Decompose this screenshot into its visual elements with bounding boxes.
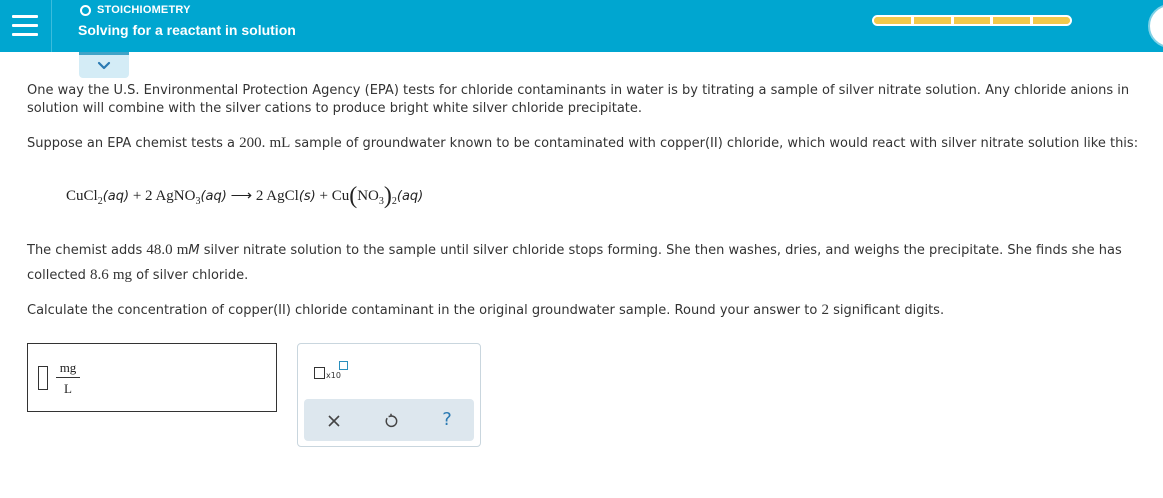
procedure-paragraph: The chemist adds 48.0 mM silver nitrate … <box>27 238 1161 288</box>
state-label: (aq) <box>102 189 130 204</box>
circle-outline-icon <box>80 4 91 16</box>
progress-bar <box>872 15 1072 26</box>
nitrate-formula: NO <box>357 188 379 204</box>
scientific-notation-button[interactable]: x10 <box>314 360 354 384</box>
mantissa-box-icon <box>314 367 325 379</box>
reactant2-formula: AgNO <box>155 188 196 204</box>
right-paren: ) <box>383 183 392 209</box>
clear-button[interactable] <box>320 407 348 433</box>
top-bar: STOICHIOMETRY Solving for a reactant in … <box>0 0 1163 52</box>
answer-area: mg L <box>27 343 277 412</box>
state-label: (s) <box>298 189 316 204</box>
math-toolbox: x10 ? <box>297 343 481 447</box>
unit: m <box>176 242 189 258</box>
hamburger-menu-icon[interactable] <box>0 0 52 52</box>
chemical-equation: CuCl2(aq) + 2 AgNO3(aq) ⟶ 2 AgCl(s) + Cu… <box>66 180 424 209</box>
undo-button[interactable] <box>377 407 405 433</box>
progress-segment <box>913 17 954 24</box>
state-label: (aq) <box>200 189 227 204</box>
topic-row: STOICHIOMETRY <box>80 4 191 16</box>
precipitate-mass-value: 8.6 <box>89 267 109 283</box>
progress-segment <box>1033 17 1070 24</box>
x10-label: x10 <box>326 371 341 380</box>
question-paragraph: Calculate the concentration of copper(II… <box>27 301 1161 320</box>
coefficient: 2 <box>255 188 267 204</box>
progress-segment <box>874 17 914 24</box>
progress-segment <box>953 17 994 24</box>
intro-paragraph: One way the U.S. Environmental Protectio… <box>27 83 1130 116</box>
sample-volume-value: 200. <box>239 135 266 151</box>
sig-digits-value: 2 <box>821 302 829 318</box>
toolbox-actions: ? <box>304 399 474 441</box>
text: Calculate the concentration of copper(II… <box>27 303 822 318</box>
text: The chemist adds <box>27 243 147 258</box>
plus-sign: + <box>315 188 332 204</box>
answer-unit: mg L <box>56 360 80 397</box>
unit: M <box>188 243 200 258</box>
plus-sign: + <box>129 188 146 204</box>
unit-numerator: mg <box>56 360 80 378</box>
sample-paragraph: Suppose an EPA chemist tests a 200. mL s… <box>27 134 1161 153</box>
topic-label: STOICHIOMETRY <box>97 4 191 16</box>
text: sample of groundwater known to be contam… <box>290 136 1139 151</box>
coefficient: 2 <box>145 188 156 204</box>
sample-volume-unit: mL <box>269 135 291 151</box>
product2-formula: Cu <box>331 188 350 204</box>
text: Suppose an EPA chemist tests a <box>27 136 240 151</box>
progress-segment <box>993 17 1034 24</box>
help-button[interactable]: ? <box>433 407 461 433</box>
answer-input[interactable] <box>38 366 48 390</box>
undo-icon <box>385 413 398 427</box>
exponent-box-icon <box>339 361 348 370</box>
x-icon <box>328 414 340 427</box>
product1-formula: AgCl <box>266 188 299 204</box>
unit-denominator: L <box>64 381 72 396</box>
question-icon: ? <box>442 409 452 430</box>
silver-nitrate-conc-value: 48.0 <box>146 242 173 258</box>
account-circle-button[interactable] <box>1148 4 1163 48</box>
reactant1-formula: CuCl <box>66 188 98 204</box>
reaction-arrow: ⟶ <box>226 188 256 204</box>
page-title: Solving for a reactant in solution <box>78 22 296 38</box>
text: of silver chloride. <box>132 268 249 283</box>
unit: mg <box>112 267 133 283</box>
chevron-down-icon <box>97 61 111 70</box>
collapse-toggle-button[interactable] <box>79 52 129 78</box>
left-paren: ( <box>349 183 358 209</box>
state-label: (aq) <box>396 189 424 204</box>
text: significant digits. <box>828 303 945 318</box>
